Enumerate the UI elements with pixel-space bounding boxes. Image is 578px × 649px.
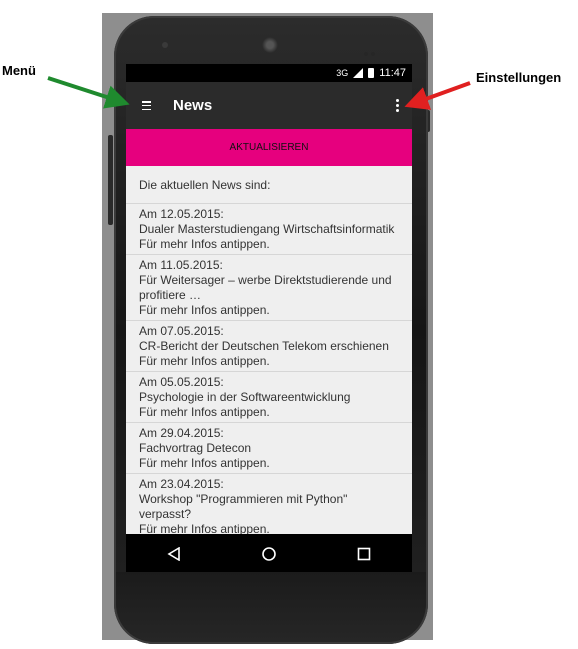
menu-arrow	[47, 76, 130, 109]
settings-arrow	[404, 81, 471, 110]
annotation-arrows	[47, 76, 471, 110]
